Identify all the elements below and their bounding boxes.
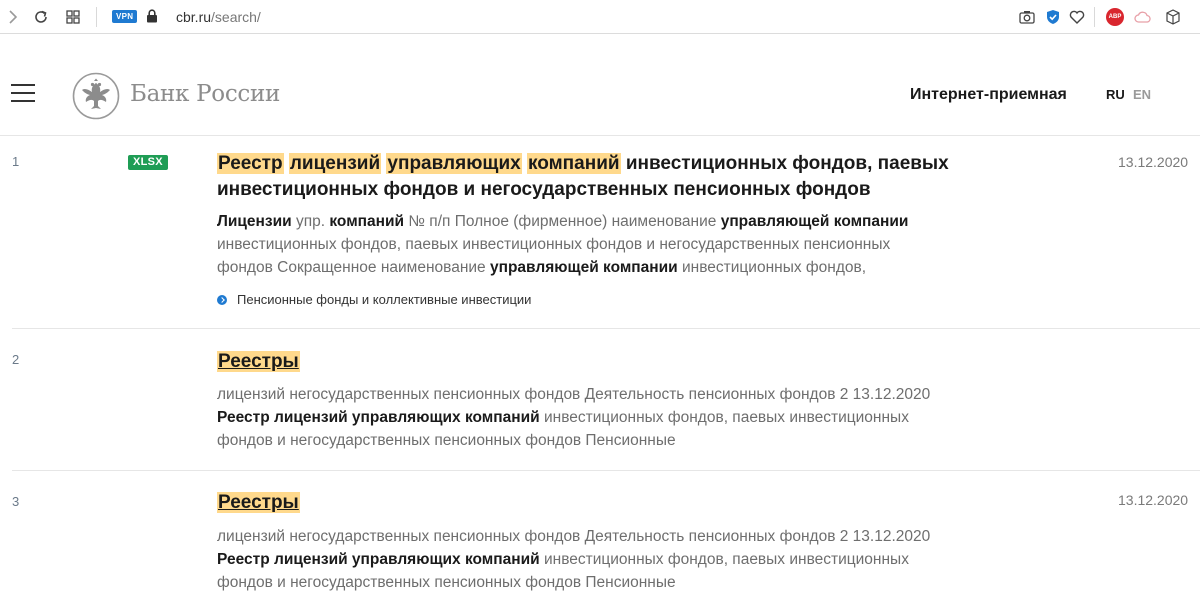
menu-icon[interactable] xyxy=(11,84,35,102)
url-domain: cbr.ru xyxy=(176,9,212,25)
snippet-line: лицензий негосударственных пенсионных фо… xyxy=(217,528,931,545)
toolbar-divider-right xyxy=(1094,7,1095,27)
heart-icon[interactable] xyxy=(1068,8,1086,26)
result-title-link[interactable]: Реестр лицензий управляющих компаний инв… xyxy=(217,151,977,203)
file-type-badge: XLSX xyxy=(128,155,168,170)
category-tag-label: Пенсионные фонды и коллективные инвестиц… xyxy=(237,292,532,307)
result-snippet: лицензий негосударственных пенсионных фо… xyxy=(217,383,977,452)
highlight: лицензий xyxy=(288,153,382,174)
logo-title[interactable]: Банк России xyxy=(130,81,280,107)
result-title-link[interactable]: Реестры xyxy=(217,490,977,516)
result-divider xyxy=(12,328,1200,329)
speed-dial-icon[interactable] xyxy=(64,8,82,26)
category-tag-link[interactable]: Пенсионные фонды и коллективные инвестиц… xyxy=(217,292,531,307)
snippet-line: Лицензии упр. компаний № п/п Полное (фир… xyxy=(217,210,977,233)
result-number: 2 xyxy=(12,352,20,367)
cube-icon[interactable] xyxy=(1164,8,1182,26)
address-bar[interactable]: cbr.ru/search/ xyxy=(176,9,261,25)
snippet-line: фондов Сокращенное наименование управляю… xyxy=(217,256,977,279)
internet-reception-link[interactable]: Интернет-приемная xyxy=(910,86,1067,104)
snippet-text: упр. xyxy=(291,213,330,230)
result-date: 13.12.2020 xyxy=(1118,154,1189,170)
snippet-line: Реестр лицензий управляющих компаний инв… xyxy=(217,406,977,429)
result-snippet: лицензий негосударственных пенсионных фо… xyxy=(217,525,977,594)
snippet-line: фондов и негосударственных пенсионных фо… xyxy=(217,574,676,591)
highlight: управляющих xyxy=(386,153,522,174)
snippet-bold: управляющей компании xyxy=(720,213,909,230)
highlight: Реестр xyxy=(217,153,284,174)
snippet-text: фондов Сокращенное наименование xyxy=(217,259,490,276)
snippet-line: Реестр лицензий управляющих компаний инв… xyxy=(217,548,977,571)
highlight: компаний xyxy=(527,153,621,174)
result-divider xyxy=(12,470,1200,471)
snippet-bold: Лицензии xyxy=(217,213,292,230)
snippet-text: инвестиционных фондов, паевых инвестицио… xyxy=(539,409,909,426)
snippet-bold: компаний xyxy=(329,213,405,230)
lock-icon[interactable] xyxy=(145,8,159,24)
arrow-circle-icon xyxy=(217,294,227,305)
result-number: 1 xyxy=(12,154,20,169)
language-ru[interactable]: RU xyxy=(1106,87,1125,102)
url-path: /search/ xyxy=(211,9,261,25)
vpn-badge[interactable]: VPN xyxy=(112,10,138,23)
snippet-line: инвестиционных фондов, паевых инвестицио… xyxy=(217,236,891,253)
forward-icon[interactable] xyxy=(4,8,22,26)
highlight: Реестры xyxy=(217,492,300,513)
adblock-icon[interactable]: ABP xyxy=(1106,8,1124,26)
result-snippet: Лицензии упр. компаний № п/п Полное (фир… xyxy=(217,210,977,279)
language-en[interactable]: EN xyxy=(1133,87,1151,102)
result-number: 3 xyxy=(12,494,20,509)
snippet-line: фондов и негосударственных пенсионных фо… xyxy=(217,432,676,449)
reload-icon[interactable] xyxy=(32,8,50,26)
snippet-bold: Реестр лицензий управляющих компаний xyxy=(217,409,540,426)
shield-check-icon[interactable] xyxy=(1044,8,1062,26)
highlight: Реестры xyxy=(217,351,300,372)
camera-icon[interactable] xyxy=(1018,8,1036,26)
snippet-text: инвестиционных фондов, xyxy=(677,259,867,276)
cloud-icon[interactable] xyxy=(1134,8,1152,26)
result-date: 13.12.2020 xyxy=(1118,492,1189,508)
browser-toolbar: VPN cbr.ru/search/ ABP xyxy=(0,0,1200,34)
snippet-line: лицензий негосударственных пенсионных фо… xyxy=(217,386,931,403)
bank-emblem-icon[interactable] xyxy=(72,72,120,120)
snippet-bold: управляющей компании xyxy=(489,259,678,276)
header-divider xyxy=(0,135,1200,136)
snippet-bold: Реестр лицензий управляющих компаний xyxy=(217,551,540,568)
snippet-text: № п/п Полное (фирменное) наименование xyxy=(404,213,721,230)
snippet-text: инвестиционных фондов, паевых инвестицио… xyxy=(539,551,909,568)
toolbar-divider xyxy=(96,7,97,27)
result-title-link[interactable]: Реестры xyxy=(217,349,977,375)
